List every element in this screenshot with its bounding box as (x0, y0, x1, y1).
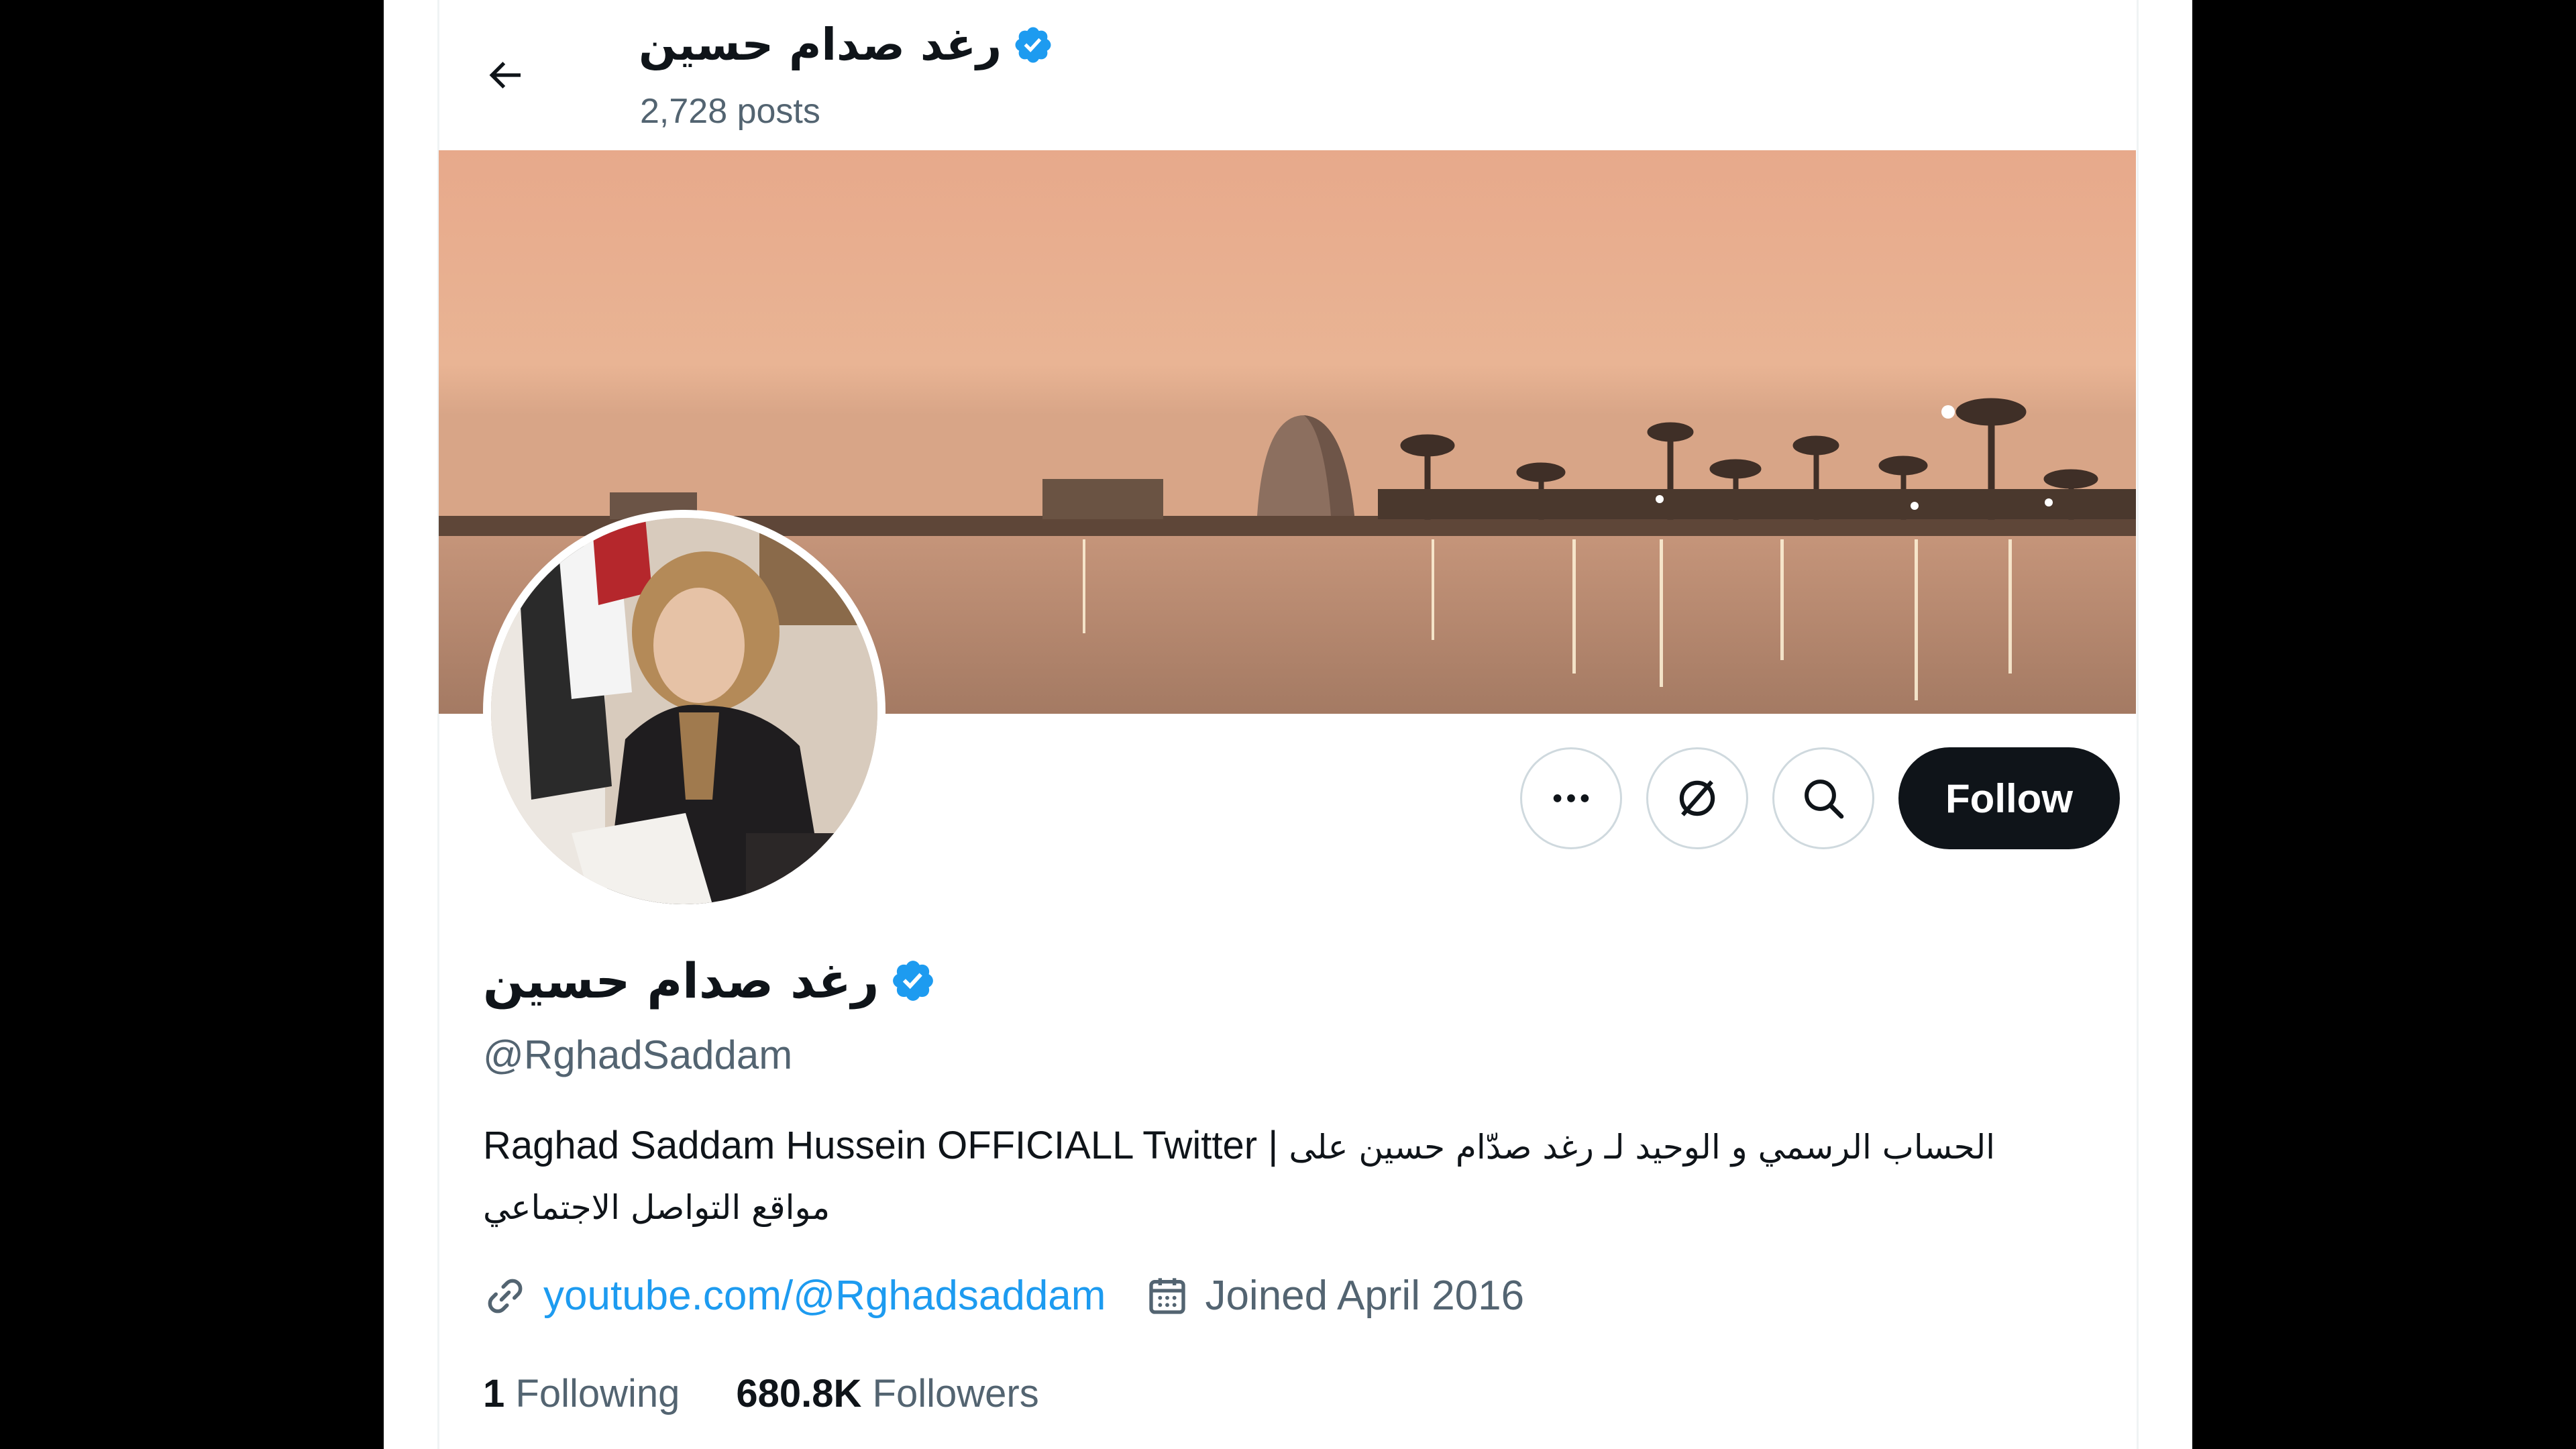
avatar-image (491, 518, 877, 904)
profile-bio: Raghad Saddam Hussein OFFICIALL Twitter … (483, 1116, 2066, 1237)
profile-actions: Follow (1520, 747, 2120, 849)
follow-button[interactable]: Follow (1898, 747, 2120, 849)
profile-page: رغد صدام حسين 2,728 posts Follow رغد صدا… (384, 0, 2192, 1449)
more-icon (1553, 794, 1589, 802)
grok-button[interactable] (1646, 747, 1749, 849)
back-arrow-icon (489, 62, 521, 89)
joined-date: Joined April 2016 (1205, 1273, 1525, 1319)
website-link[interactable]: youtube.com/@Rghadsaddam (543, 1272, 1106, 1320)
bio-latin: Raghad Saddam Hussein OFFICIALL Twitter … (483, 1124, 1279, 1167)
header-title: رغد صدام حسين (639, 19, 1054, 70)
search-button[interactable] (1772, 747, 1875, 849)
back-button[interactable] (471, 42, 538, 109)
column-border-right (2137, 0, 2139, 1449)
following-count: 1 (483, 1372, 505, 1415)
profile-handle: @RghadSaddam (483, 1032, 793, 1077)
following-link[interactable]: 1 Following (483, 1371, 680, 1416)
grok-icon (1679, 780, 1715, 816)
bio-line-2: مواقع التواصل الاجتماعي (483, 1177, 2066, 1237)
follow-counts: 1 Following 680.8K Followers (483, 1371, 1039, 1416)
profile-name-row: رغد صدام حسين (483, 953, 936, 1009)
verified-badge-icon (1015, 27, 1051, 62)
post-count: 2,728 posts (640, 92, 820, 131)
header-name: رغد صدام حسين (639, 19, 1002, 70)
following-label: Following (515, 1372, 680, 1415)
avatar[interactable] (483, 510, 885, 912)
bio-arabic-line-2: مواقع التواصل الاجتماعي (483, 1188, 830, 1227)
bio-line-1: Raghad Saddam Hussein OFFICIALL Twitter … (483, 1116, 2066, 1177)
more-button[interactable] (1520, 747, 1623, 849)
bio-arabic-line-1: الحساب الرسمي و الوحيد لـ رغد صدّام حسين… (1289, 1128, 1996, 1167)
followers-count: 680.8K (736, 1372, 862, 1415)
followers-link[interactable]: 680.8K Followers (736, 1371, 1038, 1416)
joined-item: Joined April 2016 (1146, 1272, 1524, 1320)
website-item: youtube.com/@Rghadsaddam (483, 1272, 1106, 1320)
calendar-icon (1149, 1277, 1186, 1314)
profile-name: رغد صدام حسين (483, 953, 879, 1009)
profile-meta: youtube.com/@Rghadsaddam Joined April 20… (483, 1272, 1524, 1320)
followers-label: Followers (872, 1372, 1039, 1415)
verified-badge-icon[interactable] (890, 957, 936, 1004)
search-icon (1805, 780, 1844, 819)
link-icon (488, 1279, 523, 1313)
